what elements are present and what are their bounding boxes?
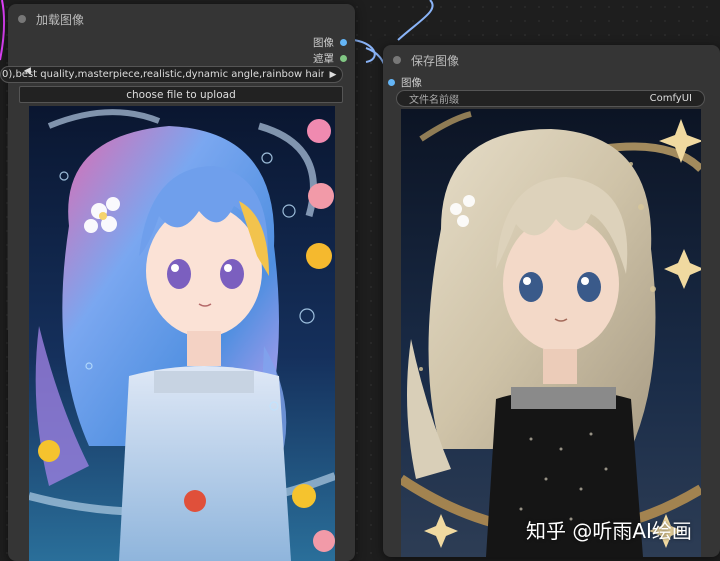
node-title: 加载图像 [36, 12, 85, 27]
input-port[interactable] [388, 79, 395, 86]
output-mask[interactable]: 遮罩 [313, 51, 347, 66]
output-port[interactable] [340, 39, 347, 46]
loaded-image-preview [29, 106, 335, 561]
image-select-combo[interactable]: 0),best quality,masterpiece,realistic,dy… [0, 66, 343, 83]
collapse-dot[interactable] [18, 15, 26, 23]
arrow-left-icon[interactable]: ◀ [24, 66, 31, 76]
filename-prefix-field[interactable]: 文件名前缀 ComfyUI [396, 90, 705, 107]
anime-girl-rainbow-illustration [29, 106, 335, 561]
load-image-node[interactable]: 加载图像 图像 遮罩 0),best quality,masterpiece,r… [0, 4, 355, 561]
field-label: 文件名前缀 [409, 95, 459, 106]
watermark-text: 知乎 @听雨AI绘画 [526, 519, 692, 543]
field-value: ComfyUI [649, 93, 692, 104]
output-image[interactable]: 图像 [313, 35, 347, 50]
anime-girl-platinum-illustration [401, 109, 701, 557]
saved-image-preview [401, 109, 701, 557]
node-title: 保存图像 [411, 53, 460, 68]
combo-value: 0),best quality,masterpiece,realistic,dy… [2, 69, 324, 80]
arrow-right-icon[interactable]: ▶ [324, 70, 342, 80]
input-image[interactable]: 图像 [388, 75, 422, 90]
collapse-dot[interactable] [393, 56, 401, 64]
upload-button[interactable]: choose file to upload [19, 86, 343, 103]
output-port[interactable] [340, 55, 347, 62]
save-image-node[interactable]: 保存图像 图像 文件名前缀 ComfyUI [383, 45, 720, 557]
node-header[interactable]: 加载图像 [8, 4, 355, 34]
node-header[interactable]: 保存图像 [383, 45, 720, 75]
